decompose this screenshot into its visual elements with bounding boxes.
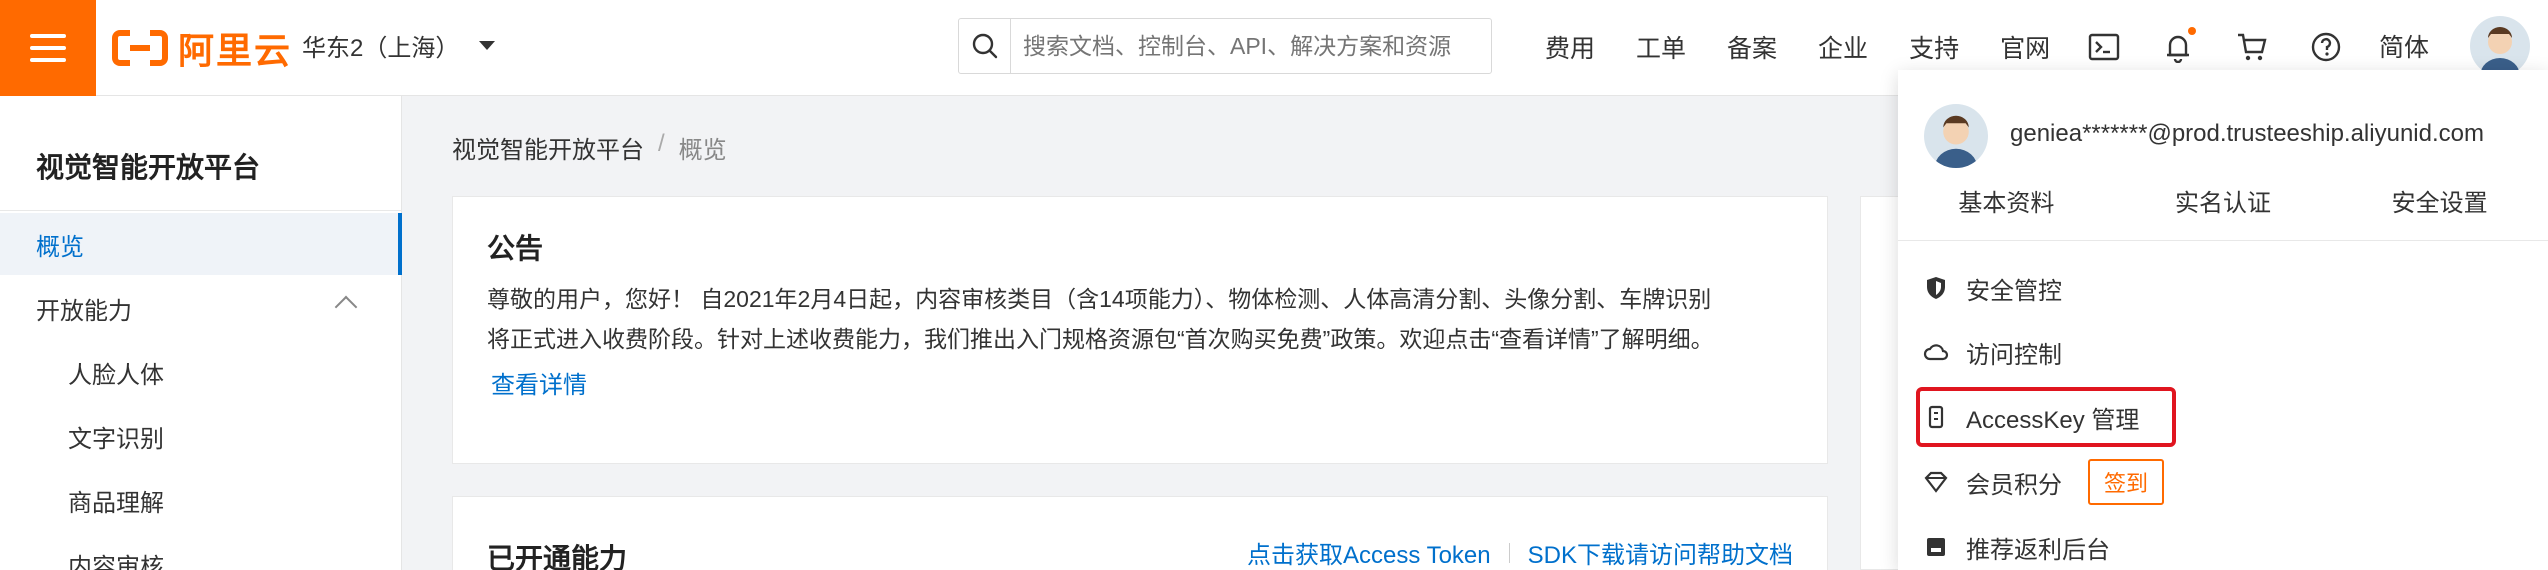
- caret-down-icon: [479, 41, 496, 50]
- sidebar-item-label: 商品理解: [68, 489, 164, 517]
- sidebar-item-ocr[interactable]: 文字识别: [0, 405, 402, 467]
- sidebar-item-face-body[interactable]: 人脸人体: [0, 341, 402, 403]
- language-switch[interactable]: 简体: [2379, 28, 2429, 64]
- sidebar-title: 视觉智能开放平台: [36, 152, 261, 183]
- sidebar-item-label: 人脸人体: [68, 361, 164, 389]
- notice-line-2: 将正式进入收费阶段。针对上述收费能力，我们推出入门规格资源包“首次购买免费”政策…: [487, 326, 1714, 352]
- breadcrumb-separator: /: [658, 130, 665, 157]
- opened-title: 已开通能力: [487, 543, 628, 570]
- region-selector[interactable]: 华东2（上海）: [302, 28, 496, 63]
- notice-title: 公告: [487, 233, 544, 264]
- breadcrumb-root[interactable]: 视觉智能开放平台: [452, 130, 644, 165]
- logo[interactable]: 阿里云: [112, 26, 292, 71]
- sidebar-item-overview[interactable]: 概览: [0, 213, 402, 275]
- sidebar: 视觉智能开放平台 概览 开放能力 人脸人体 文字识别 商品理解 内容审核: [0, 96, 402, 570]
- cloud-icon: [1922, 338, 1950, 366]
- nav-enterprise[interactable]: 企业: [1818, 29, 1868, 65]
- divider: [1898, 240, 2548, 241]
- notification-dot: [2188, 27, 2196, 35]
- gift-icon: [1922, 533, 1950, 561]
- top-icons: [2084, 22, 2346, 72]
- menu-item-label: 推荐返利后台: [1966, 536, 2110, 564]
- region-label: 华东2（上海）: [302, 35, 460, 62]
- top-nav: 费用 工单 备案 企业 支持 官网: [1545, 22, 2091, 72]
- nav-fees[interactable]: 费用: [1545, 29, 1595, 65]
- brand-name: 阿里云: [178, 30, 293, 71]
- sidebar-item-label: 开放能力: [36, 297, 132, 325]
- notice-text: 尊敬的用户，您好！ 自2021年2月4日起，内容审核类目（含14项能力）、物体检…: [487, 279, 1787, 359]
- opened-links: 点击获取Access Token SDK下载请访问帮助文档: [1247, 535, 1793, 570]
- tab-security-settings[interactable]: 安全设置: [2331, 182, 2548, 226]
- sidebar-item-moderation[interactable]: 内容审核: [0, 533, 402, 570]
- bell-icon[interactable]: [2158, 27, 2198, 67]
- sidebar-item-open-capabilities[interactable]: 开放能力: [0, 277, 402, 339]
- account-email: geniea*******@prod.trusteeship.aliyunid.…: [2010, 120, 2484, 147]
- nav-icp[interactable]: 备案: [1727, 29, 1777, 65]
- sidebar-item-label: 文字识别: [68, 425, 164, 453]
- divider: [1508, 542, 1510, 563]
- sidebar-item-label: 内容审核: [68, 553, 164, 570]
- logo-mark-icon: [112, 30, 168, 66]
- tab-real-name[interactable]: 实名认证: [2115, 182, 2332, 226]
- shield-icon: [1922, 274, 1950, 302]
- help-icon[interactable]: [2306, 27, 2346, 67]
- divider: [0, 210, 402, 211]
- menu-item-referral[interactable]: 推荐返利后台: [1898, 515, 2548, 570]
- nav-support[interactable]: 支持: [1909, 29, 1959, 65]
- get-access-token-link[interactable]: 点击获取Access Token: [1247, 535, 1491, 570]
- nav-tickets[interactable]: 工单: [1636, 29, 1686, 65]
- chevron-up-icon[interactable]: [334, 295, 358, 319]
- cart-icon[interactable]: [2232, 27, 2272, 67]
- diamond-icon: [1922, 468, 1950, 496]
- search-icon[interactable]: [959, 19, 1011, 73]
- terminal-icon[interactable]: [2084, 27, 2124, 67]
- search-input[interactable]: [1011, 21, 1491, 71]
- opened-capabilities-card: 已开通能力 点击获取Access Token SDK下载请访问帮助文档: [452, 496, 1828, 570]
- menu-item-label: 访问控制: [1966, 341, 2062, 369]
- account-tabs: 基本资料 实名认证 安全设置: [1898, 182, 2548, 226]
- sidebar-item-product[interactable]: 商品理解: [0, 469, 402, 531]
- menu-item-security-control[interactable]: 安全管控: [1898, 256, 2548, 320]
- menu-icon[interactable]: [0, 0, 96, 96]
- menu-item-label: 安全管控: [1966, 277, 2062, 305]
- account-menu: geniea*******@prod.trusteeship.aliyunid.…: [1898, 70, 2548, 570]
- tab-basic-info[interactable]: 基本资料: [1898, 182, 2115, 226]
- sidebar-item-label: 概览: [36, 233, 84, 261]
- menu-item-access-control[interactable]: 访问控制: [1898, 320, 2548, 384]
- highlight-box: [1916, 387, 2176, 447]
- check-in-button[interactable]: 签到: [2088, 459, 2165, 505]
- avatar: [1924, 104, 1988, 168]
- nav-website[interactable]: 官网: [2000, 29, 2050, 65]
- sdk-download-link[interactable]: SDK下载请访问帮助文档: [1528, 535, 1793, 570]
- menu-item-points[interactable]: 会员积分 签到: [1898, 450, 2548, 514]
- breadcrumb-current: 概览: [678, 137, 727, 164]
- notice-card: 公告 尊敬的用户，您好！ 自2021年2月4日起，内容审核类目（含14项能力）、…: [452, 196, 1828, 464]
- right-panel-edge: [1860, 196, 1900, 570]
- breadcrumb: 视觉智能开放平台 / 概览: [452, 130, 727, 165]
- notice-line-1: 尊敬的用户，您好！ 自2021年2月4日起，内容审核类目（含14项能力）、物体检…: [487, 286, 1712, 312]
- view-details-link[interactable]: 查看详情: [491, 365, 587, 400]
- avatar[interactable]: [2470, 16, 2530, 76]
- menu-item-label: 会员积分: [1966, 471, 2062, 499]
- search-box[interactable]: [958, 18, 1492, 74]
